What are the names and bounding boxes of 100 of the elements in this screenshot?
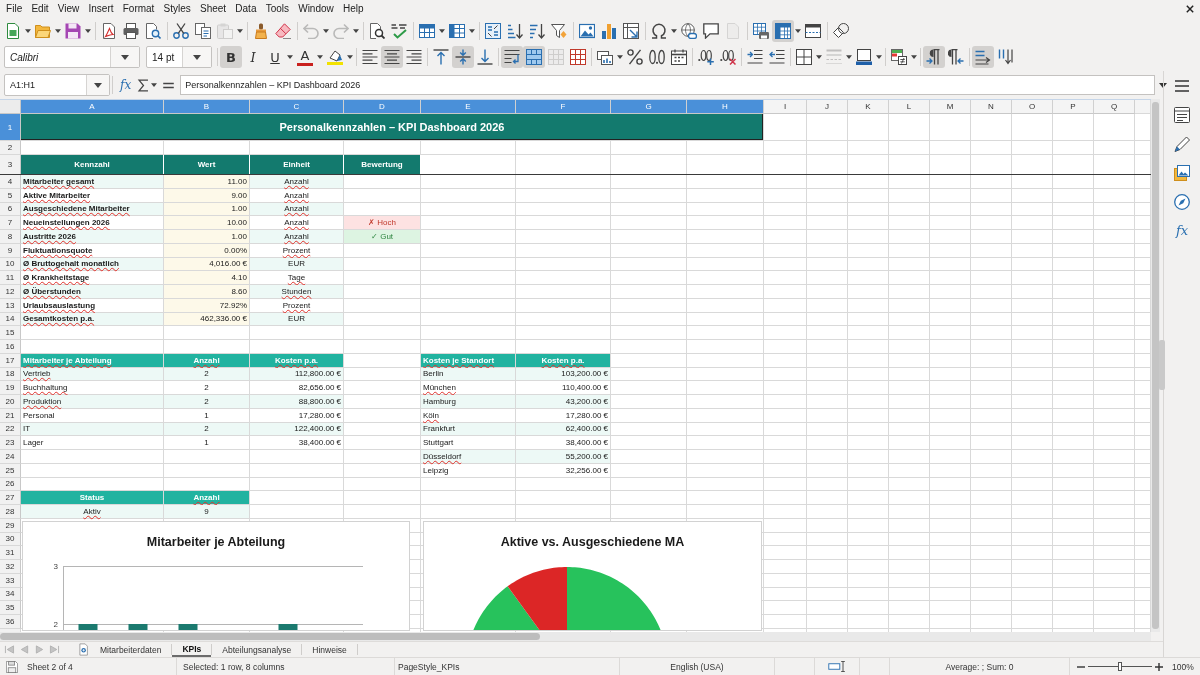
underline-button[interactable]: U <box>264 46 286 68</box>
table-cell: Anzahl <box>250 188 344 203</box>
table-cell: Lager <box>21 436 164 450</box>
caret-icon[interactable] <box>846 55 852 59</box>
close-icon[interactable] <box>1186 5 1194 13</box>
caret-icon[interactable] <box>795 28 801 33</box>
sidebar-handle[interactable] <box>1159 340 1165 390</box>
caret-icon[interactable] <box>287 55 293 59</box>
header-cell: Mitarbeiter je Abteilung <box>21 353 164 368</box>
table-cell: Berlin <box>421 367 516 382</box>
caret-icon[interactable] <box>94 82 102 88</box>
scrollbar-track[interactable] <box>0 632 1151 641</box>
header-cell: Wert <box>164 155 250 175</box>
caret-icon[interactable] <box>121 54 129 60</box>
column-header[interactable]: J <box>807 100 848 114</box>
table-cell: Austritte 2026 <box>21 230 164 244</box>
menu-item[interactable]: Edit <box>26 2 54 16</box>
properties-icon[interactable] <box>1174 107 1190 123</box>
menu-item[interactable]: Sheet <box>195 2 231 16</box>
column-header[interactable]: L <box>889 100 930 114</box>
add-sheet-icon[interactable] <box>78 643 90 656</box>
menu-item[interactable]: Window <box>293 2 339 16</box>
table-cell: Anzahl <box>250 175 344 189</box>
bold-button[interactable]: B <box>220 46 242 68</box>
caret-icon[interactable] <box>193 54 201 60</box>
zoom-level[interactable]: 100% <box>1172 661 1194 672</box>
compass-icon[interactable] <box>1174 194 1190 210</box>
pen-icon[interactable] <box>1174 136 1190 152</box>
caret-icon[interactable] <box>671 28 677 33</box>
caret-icon[interactable] <box>317 55 323 59</box>
table-cell: Prozent <box>250 298 344 313</box>
menu-item[interactable]: Insert <box>83 2 119 16</box>
dropdown-button[interactable] <box>182 47 211 67</box>
table-cell: 10.00 <box>164 216 250 230</box>
caret-icon[interactable] <box>876 55 882 59</box>
sheet-tab[interactable]: Hinweise <box>302 642 357 657</box>
menu-item[interactable]: File <box>1 2 27 16</box>
caret-icon[interactable] <box>816 55 822 59</box>
menu-item[interactable]: Help <box>338 2 369 16</box>
scrollbar-thumb[interactable] <box>1152 102 1159 629</box>
rating-cell: ✗ Hoch <box>344 216 421 230</box>
caret-icon[interactable] <box>55 28 61 33</box>
caret-icon[interactable] <box>237 28 243 33</box>
header-cell: Kosten p.a. <box>250 353 344 368</box>
caret-icon[interactable] <box>323 28 329 33</box>
table-cell: 1 <box>164 436 250 450</box>
caret-icon[interactable] <box>25 28 31 33</box>
sum-icon[interactable] <box>137 78 151 92</box>
caret-icon[interactable] <box>85 28 91 33</box>
font-color-button[interactable]: A <box>294 46 316 68</box>
zoom-in-icon[interactable] <box>1155 662 1163 671</box>
dropdown-button[interactable] <box>86 75 109 95</box>
table-cell: Düsseldorf <box>421 450 516 464</box>
column-header[interactable]: N <box>971 100 1012 114</box>
menu-item[interactable]: Format <box>118 2 159 16</box>
column-header[interactable]: M <box>930 100 971 114</box>
sheet-tab[interactable]: Mitarbeiterdaten <box>90 642 172 657</box>
dropdown-button[interactable] <box>110 47 139 67</box>
functions-button[interactable]: fx <box>1175 223 1189 239</box>
gallery-icon[interactable] <box>1174 165 1190 181</box>
selection-mode-icon[interactable] <box>828 661 847 672</box>
scrollbar-track[interactable] <box>1151 99 1160 632</box>
table-cell: Mitarbeiter gesamt <box>21 175 164 189</box>
name-box[interactable]: A1:H1 <box>4 74 110 96</box>
header-cell: Bewertung <box>344 155 421 175</box>
caret-icon[interactable] <box>469 28 475 33</box>
formula-input[interactable]: Personalkennzahlen – KPI Dashboard 2026 <box>180 75 1156 95</box>
caret-icon[interactable] <box>911 55 917 59</box>
caret-icon[interactable] <box>439 28 445 33</box>
page-style: PageStyle_KPIs <box>398 661 460 672</box>
caret-icon[interactable] <box>1159 82 1168 88</box>
font-size-field[interactable]: 14 pt <box>146 46 212 68</box>
menu-item[interactable]: Styles <box>159 2 196 16</box>
column-header[interactable]: O <box>1012 100 1053 114</box>
column-header[interactable]: Q <box>1094 100 1135 114</box>
sum-info: Average: ; Sum: 0 <box>945 661 1014 672</box>
font-name-field[interactable]: Calibri <box>4 46 140 68</box>
header-cell: Anzahl <box>164 353 250 368</box>
column-header[interactable]: P <box>1053 100 1094 114</box>
table-cell: 1 <box>164 408 250 423</box>
column-header[interactable]: K <box>848 100 889 114</box>
table-cell: 38,400.00 € <box>250 436 344 450</box>
caret-icon[interactable] <box>617 55 623 59</box>
language[interactable]: English (USA) <box>670 661 724 672</box>
swatch-icon[interactable] <box>297 62 313 66</box>
sheet-tab[interactable]: Abteilungsanalyse <box>212 642 302 657</box>
caret-icon[interactable] <box>151 83 158 87</box>
column-header[interactable]: I <box>764 100 807 114</box>
caret-icon[interactable] <box>353 28 359 33</box>
menu-item[interactable]: View <box>53 2 84 16</box>
slider-thumb[interactable] <box>1118 662 1122 671</box>
italic-button[interactable]: I <box>242 46 264 68</box>
scrollbar-thumb[interactable] <box>0 633 540 640</box>
menu-item[interactable]: Data <box>230 2 262 16</box>
menu-icon[interactable] <box>1174 78 1190 94</box>
caret-icon[interactable] <box>347 55 353 59</box>
table-cell: Köln <box>421 408 516 423</box>
table-cell: 17,280.00 € <box>516 408 611 423</box>
menu-item[interactable]: Tools <box>261 2 294 16</box>
function-wizard-button[interactable]: fx <box>118 77 134 93</box>
